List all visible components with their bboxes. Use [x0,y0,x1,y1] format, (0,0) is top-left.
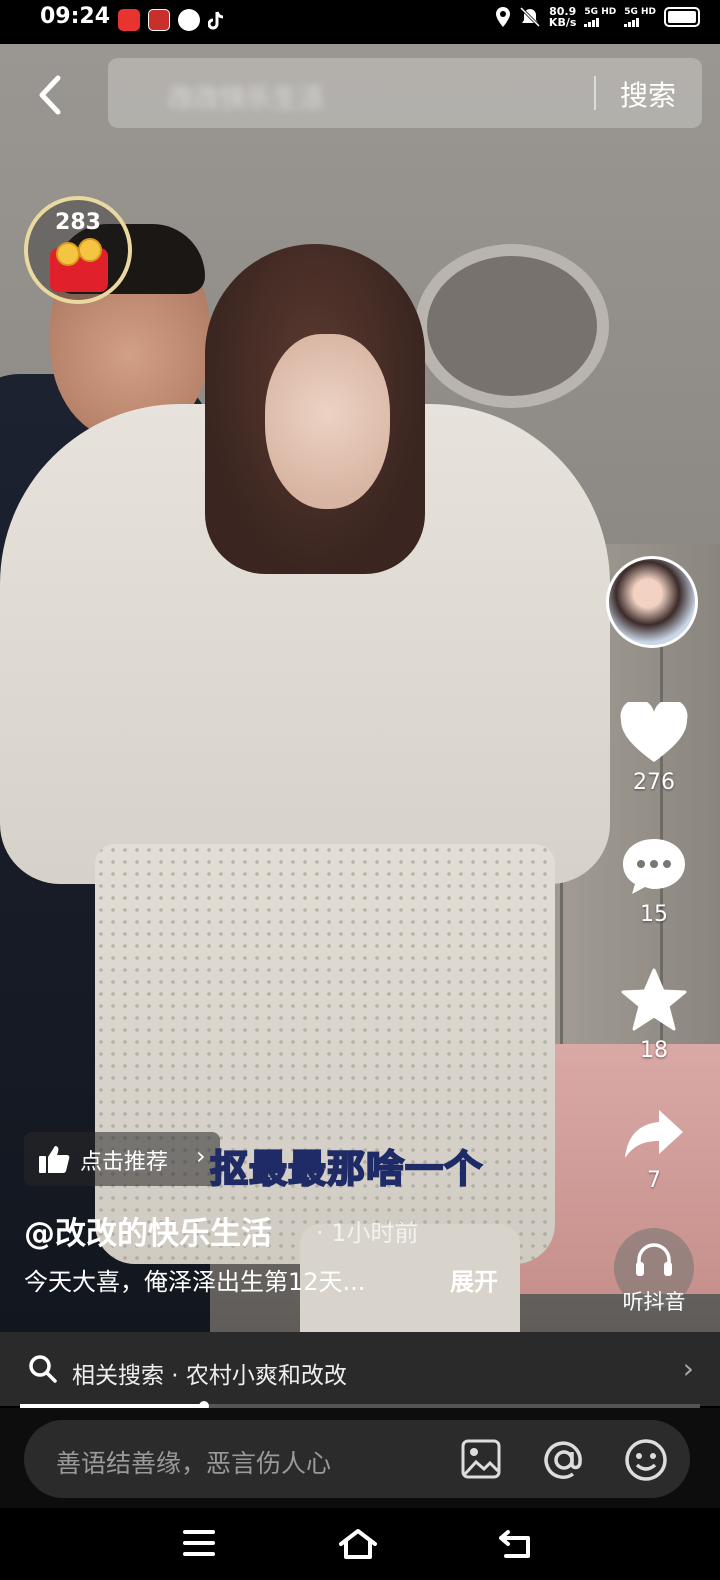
gold-coin-icon [56,242,80,266]
mute-bell-icon [519,6,540,28]
post-time: · 1小时前 [316,1219,419,1247]
woman-face [265,334,390,509]
app-notification-icon [148,9,170,31]
signal-1-label: 5G HD [584,7,617,17]
app-notification-icon [118,9,140,31]
listen-douyin-button[interactable]: 听抖音 [610,1228,698,1316]
comment-bubble-icon [623,839,685,894]
status-indicators: 80.9 KB/s 5G HD 5G HD [495,6,700,28]
status-bar: 09:24 80.9 KB/s 5G HD 5G HD [0,0,720,44]
chevron-left-icon [39,75,61,115]
headphones-icon [636,1243,672,1276]
system-nav-bar [0,1508,720,1580]
back-button[interactable] [30,70,70,120]
knit-skirt [95,844,555,1264]
heart-icon [620,702,688,762]
network-speed: 80.9 KB/s [549,6,576,28]
related-search-bar[interactable]: 相关搜索 · 农村小爽和改改 › [0,1332,720,1406]
menu-icon[interactable] [182,1528,216,1558]
round-mirror [415,244,609,408]
status-time: 09:24 [40,4,111,29]
recommend-button[interactable]: 点击推荐 › [24,1132,220,1186]
share-arrow-icon [625,1110,683,1158]
star-icon [621,968,687,1031]
like-button[interactable]: 276 [604,702,704,795]
favorite-button[interactable]: 18 [604,968,704,1063]
chevron-right-icon: › [196,1142,206,1170]
home-icon[interactable] [338,1528,378,1560]
tiktok-icon [208,11,224,30]
listen-label: 听抖音 [622,1290,686,1314]
author-name[interactable]: @改改的快乐生活 [24,1208,272,1253]
search-query[interactable]: 改改快乐生活 [168,78,324,115]
recommend-label: 点击推荐 [80,1150,169,1175]
message-icon [178,9,200,31]
location-icon [495,7,510,27]
net-speed-unit: KB/s [548,16,577,29]
signal-1: 5G HD [584,7,616,27]
chevron-right-icon: › [682,1352,694,1385]
thumbs-up-icon [39,1146,70,1173]
video-caption: 抠最最那啥一个 [209,1146,484,1192]
at-icon[interactable] [542,1438,586,1482]
signal-2: 5G HD [624,7,656,27]
reward-badge[interactable]: 283 [24,196,132,304]
back-nav-icon[interactable] [498,1528,534,1560]
image-icon[interactable] [460,1438,502,1480]
comment-input[interactable]: 善语结善缘，恶言伤人心 [24,1420,690,1498]
related-search-text: 相关搜索 · 农村小爽和改改 [72,1363,347,1389]
search-icon [29,1355,57,1383]
comment-placeholder: 善语结善缘，恶言伤人心 [56,1449,332,1478]
red-envelope-icon [50,238,108,292]
share-count: 7 [647,1168,661,1193]
comment-bar: 善语结善缘，恶言伤人心 [0,1408,720,1508]
comment-count: 15 [640,902,668,927]
reward-count: 283 [55,210,101,235]
video-description: 今天大喜，俺泽泽出生第12天... [24,1268,366,1296]
search-divider [594,76,596,110]
battery-icon [664,7,700,27]
share-button[interactable]: 7 [604,1106,704,1193]
author-avatar[interactable] [606,556,698,648]
like-count: 276 [633,770,675,795]
gold-coin-icon [78,238,102,262]
search-bar[interactable]: 改改快乐生活 搜索 [108,58,702,128]
emoji-icon[interactable] [624,1438,668,1482]
expand-link[interactable]: 展开 [450,1262,498,1297]
comment-button[interactable]: 15 [604,836,704,927]
favorite-count: 18 [640,1038,668,1063]
signal-2-label: 5G HD [624,7,656,17]
search-button[interactable]: 搜索 [620,74,676,114]
